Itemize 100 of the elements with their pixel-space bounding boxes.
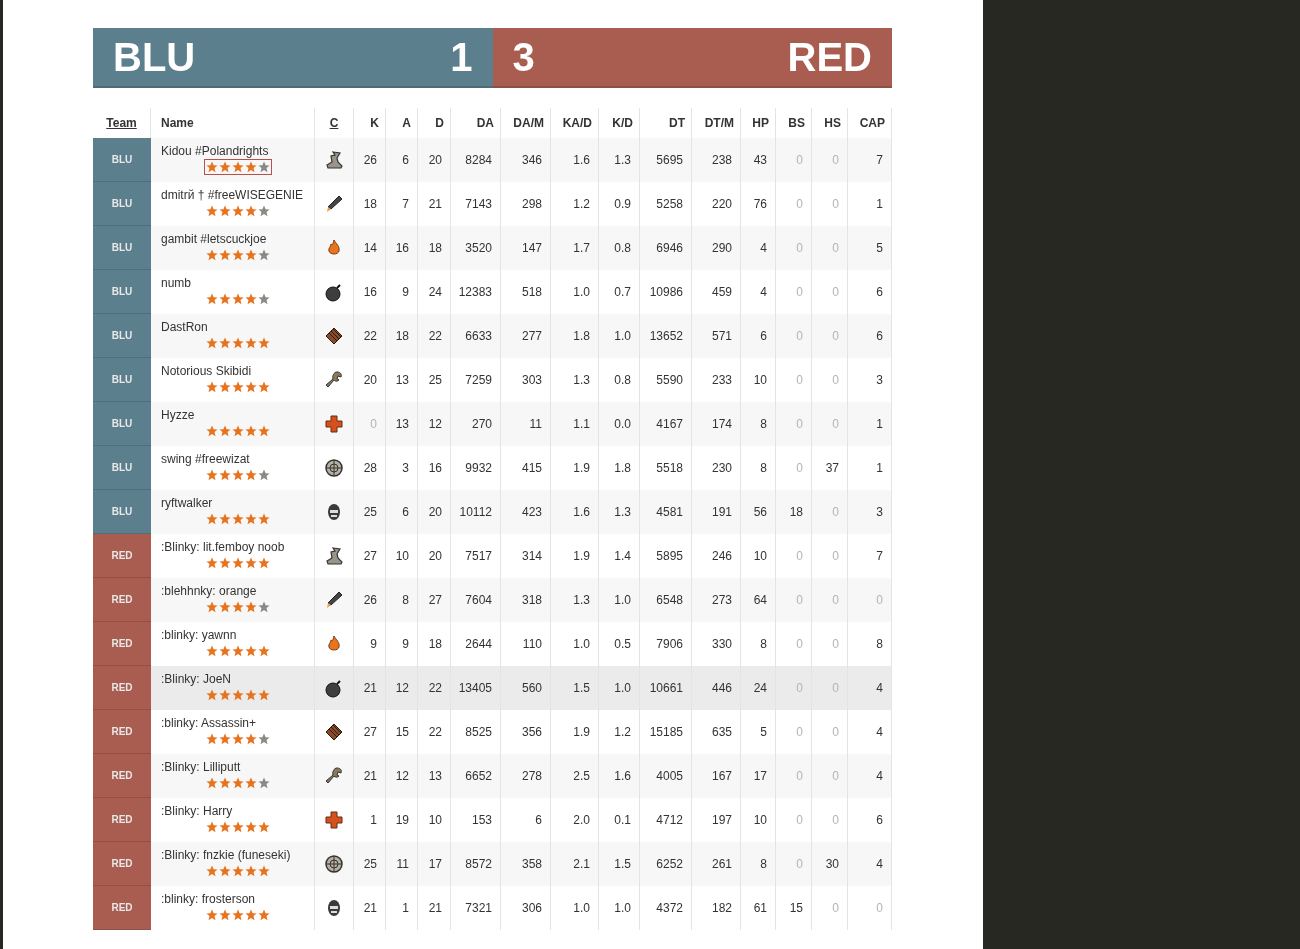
table-cell: 21: [354, 754, 386, 798]
bomb-icon: [324, 678, 344, 698]
table-cell: 26: [354, 138, 386, 182]
team-cell: RED: [93, 622, 151, 666]
table-cell: 25: [354, 490, 386, 534]
column-header: CAP: [859, 116, 885, 130]
table-cell: 277: [501, 314, 551, 358]
cross-icon: [324, 414, 344, 434]
column-header: DA: [476, 116, 494, 130]
table-cell: 1.6: [551, 138, 599, 182]
table-cell: 6: [848, 314, 892, 358]
star-icon: [231, 513, 244, 525]
star-icon: [244, 469, 257, 481]
star-icon: [244, 381, 257, 393]
table-cell: 0: [776, 754, 812, 798]
crosshair-icon: [324, 854, 344, 874]
player-name: :Blinky: Harry: [161, 804, 234, 818]
player-name: DastRon: [161, 320, 209, 334]
team-cell: RED: [93, 710, 151, 754]
table-cell: 0: [776, 578, 812, 622]
table-cell: 358: [501, 842, 551, 886]
sort-link[interactable]: Team: [106, 116, 137, 130]
star-icon: [257, 733, 270, 745]
team-cell: BLU: [93, 446, 151, 490]
team-cell: BLU: [93, 402, 151, 446]
star-icon: [244, 205, 257, 217]
table-cell: 1.8: [551, 314, 599, 358]
star-icon: [244, 689, 257, 701]
table-cell: 0: [848, 578, 892, 622]
star-icon: [244, 425, 257, 437]
table-cell: 10112: [451, 490, 501, 534]
player-name: Kidou #Polandrights: [161, 144, 270, 158]
star-icon: [218, 293, 231, 305]
star-icon: [205, 249, 218, 261]
table-cell: 4: [848, 842, 892, 886]
table-cell: 1.5: [599, 842, 640, 886]
team-cell: BLU: [93, 314, 151, 358]
star-icon: [205, 909, 218, 921]
table-cell: 56: [741, 490, 776, 534]
team-cell: RED: [93, 578, 151, 622]
table-cell: 571: [692, 314, 741, 358]
table-cell: 25: [354, 842, 386, 886]
star-icon: [231, 733, 244, 745]
star-icon: [257, 293, 270, 305]
star-icon: [205, 293, 218, 305]
star-icon: [231, 161, 244, 173]
table-cell: 1.0: [599, 666, 640, 710]
star-icon: [218, 425, 231, 437]
table-cell: 8: [741, 402, 776, 446]
table-cell: 43: [741, 138, 776, 182]
table-cell: 0: [812, 138, 848, 182]
table-cell: 3: [848, 490, 892, 534]
table-cell: 174: [692, 402, 741, 446]
player-name: :blinky: frosterson: [161, 892, 257, 906]
table-cell: 17: [418, 842, 451, 886]
star-icon: [244, 557, 257, 569]
column-header: K/D: [612, 116, 633, 130]
team-score: 3: [512, 34, 535, 80]
table-cell: 61: [741, 886, 776, 930]
table-cell: 18: [386, 314, 418, 358]
table-cell: 0: [812, 226, 848, 270]
star-icon: [231, 249, 244, 261]
table-cell: 26: [354, 578, 386, 622]
sort-link[interactable]: C: [329, 116, 339, 130]
table-cell: 4372: [640, 886, 692, 930]
player-name: numb: [161, 276, 193, 290]
star-icon: [231, 337, 244, 349]
team-score: 1: [450, 34, 473, 80]
star-icon: [257, 381, 270, 393]
team-cell: BLU: [93, 226, 151, 270]
star-icon: [218, 777, 231, 789]
star-icon: [257, 865, 270, 877]
table-cell: 0: [776, 402, 812, 446]
column-header: BS: [788, 116, 805, 130]
table-cell: 0: [354, 402, 386, 446]
table-cell: 13: [386, 402, 418, 446]
table-cell: 6: [386, 490, 418, 534]
star-icon: [218, 733, 231, 745]
star-icon: [218, 557, 231, 569]
column-header: DT/M: [704, 116, 734, 130]
star-icon: [205, 645, 218, 657]
player-name: :Blinky: lit.femboy noob: [161, 540, 286, 554]
player-name: dmitrй † #freeWISEGENIE: [161, 188, 305, 202]
table-cell: 10661: [640, 666, 692, 710]
star-icon: [218, 469, 231, 481]
table-cell: 8572: [451, 842, 501, 886]
team-cell: RED: [93, 842, 151, 886]
table-cell: 0: [812, 314, 848, 358]
star-icon: [231, 909, 244, 921]
star-icon: [205, 425, 218, 437]
table-cell: 1.1: [551, 402, 599, 446]
table-cell: 191: [692, 490, 741, 534]
player-name: Hyzze: [161, 408, 196, 422]
team-cell: BLU: [93, 270, 151, 314]
table-cell: 20: [418, 490, 451, 534]
team-cell: BLU: [93, 182, 151, 226]
star-icon: [231, 689, 244, 701]
star-icon: [231, 821, 244, 833]
table-cell: 1.0: [599, 886, 640, 930]
table-cell: 0: [776, 138, 812, 182]
